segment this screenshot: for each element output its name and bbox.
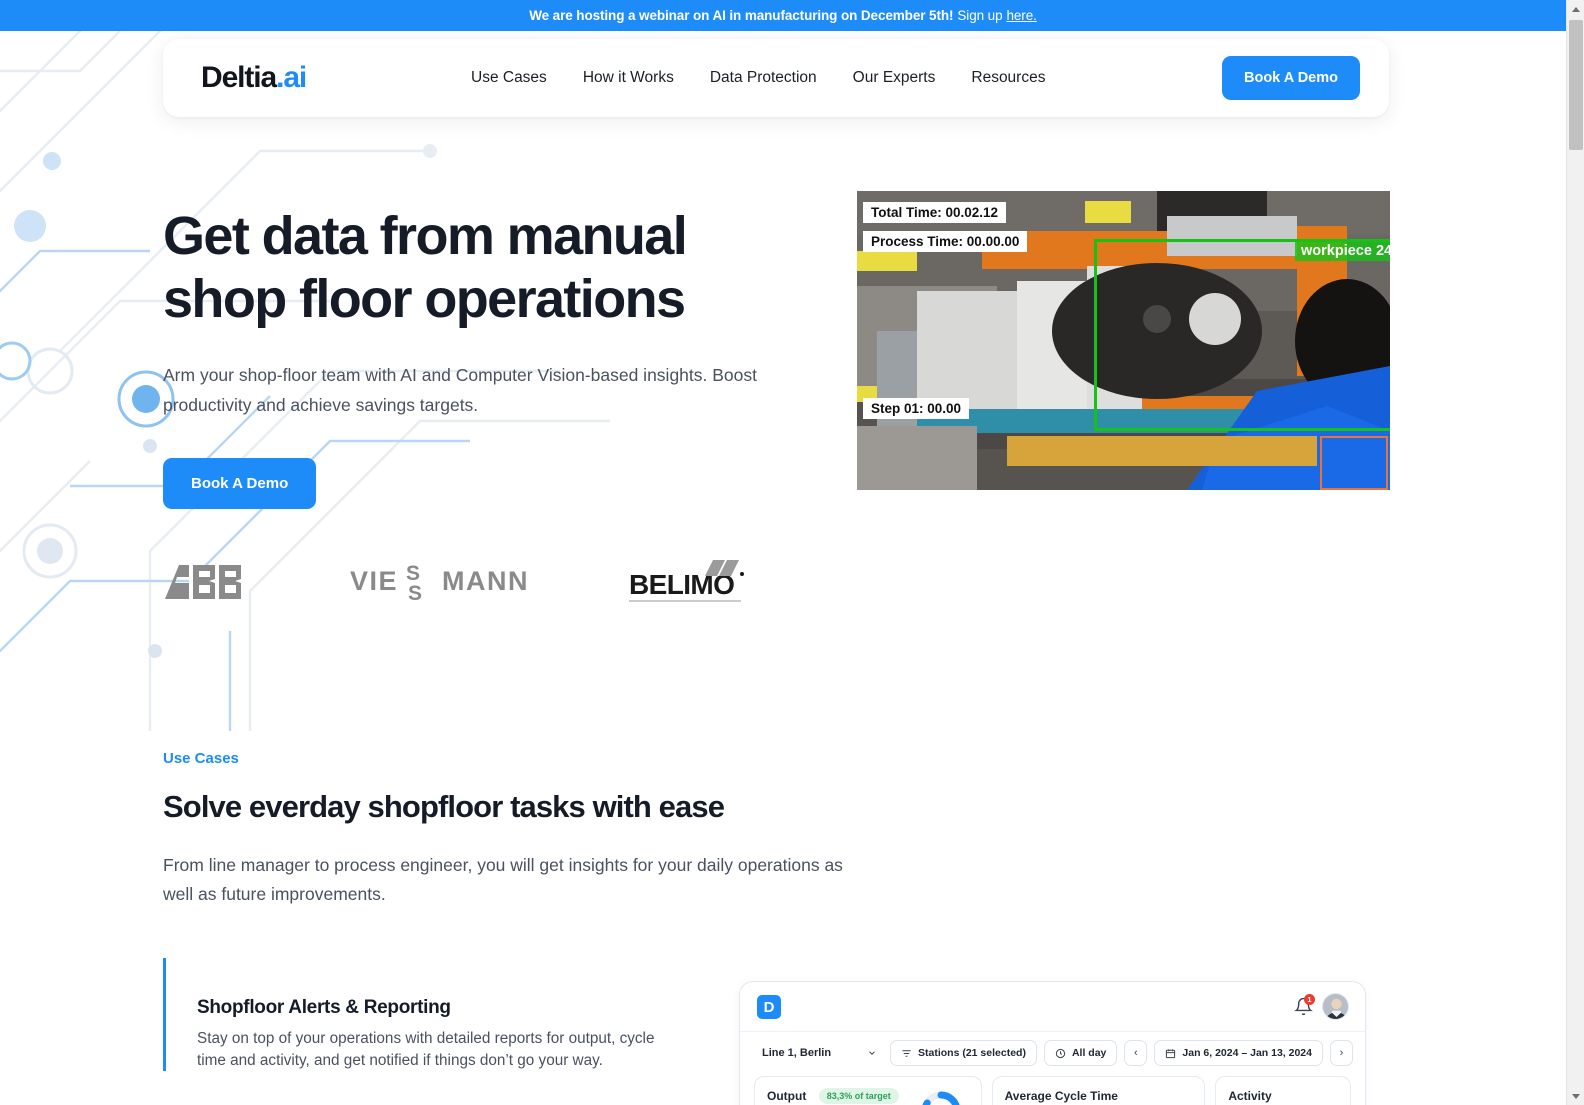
hero-title-line-2: shop floor operations [163, 268, 686, 329]
user-avatar[interactable] [1322, 993, 1349, 1020]
previous-date-button[interactable]: ‹ [1124, 1040, 1148, 1066]
video-detection-label: workpiece 24 [1295, 241, 1390, 261]
nav-item-use-cases[interactable]: Use Cases [471, 69, 547, 87]
hero-title: Get data from manual shop floor operatio… [163, 205, 803, 330]
announcement-signup-link[interactable]: here. [1006, 8, 1036, 23]
announcement-bold-text: We are hosting a webinar on AI in manufa… [529, 8, 954, 23]
line-selector-value: Line 1, Berlin [762, 1047, 832, 1059]
nav-links: Use Cases How it Works Data Protection O… [471, 69, 1045, 87]
scrollbar-thumb[interactable] [1569, 20, 1583, 150]
nav-book-a-demo-button[interactable]: Book A Demo [1222, 56, 1360, 100]
time-range-filter-button[interactable]: All day [1043, 1040, 1118, 1066]
dashboard-header: D 1 [740, 982, 1365, 1032]
calendar-icon [1166, 1048, 1176, 1058]
nav-item-how-it-works[interactable]: How it Works [583, 69, 674, 87]
video-step-label: Step 01: 00.00 [863, 398, 970, 419]
svg-text:S: S [408, 582, 422, 604]
page-root: We are hosting a webinar on AI in manufa… [0, 0, 1584, 1105]
metric-card-output[interactable]: Output 83,3% of target [754, 1076, 982, 1105]
time-range-filter-label: All day [1071, 1047, 1107, 1059]
feature-body: Stay on top of your operations with deta… [197, 1030, 655, 1069]
hero-book-a-demo-button[interactable]: Book A Demo [163, 458, 317, 510]
svg-text:VIE: VIE [350, 566, 398, 596]
stations-filter-button[interactable]: Stations (21 selected) [890, 1040, 1037, 1066]
video-detection-box [1094, 239, 1390, 431]
hero-subtitle: Arm your shop-floor team with AI and Com… [163, 365, 757, 415]
nav-item-our-experts[interactable]: Our Experts [853, 69, 936, 87]
date-range-filter-button[interactable]: Jan 6, 2024 – Jan 13, 2024 [1154, 1040, 1323, 1066]
filter-icon [902, 1049, 911, 1057]
brand-logo[interactable]: Deltia.ai [201, 61, 307, 95]
scroll-up-icon [1572, 6, 1580, 12]
metric-card-average-cycle-time[interactable]: Average Cycle Time [991, 1076, 1206, 1105]
nav-item-data-protection[interactable]: Data Protection [710, 69, 817, 87]
metric-card-activity[interactable]: Activity [1215, 1076, 1352, 1105]
dashboard-preview: D 1 Line 1, Berlin Stations (21 selected… [739, 981, 1366, 1105]
nav-item-resources[interactable]: Resources [971, 69, 1045, 87]
use-cases-subtitle: From line manager to process engineer, y… [163, 855, 843, 905]
brand-logo-name: Deltia [201, 61, 277, 94]
dashboard-logo-icon: D [757, 995, 781, 1019]
notification-count-badge: 1 [1304, 994, 1315, 1005]
use-cases-title: Solve everday shopfloor tasks with ease [163, 789, 725, 824]
svg-text:MANN: MANN [442, 566, 529, 596]
announcement-regular-text: Sign up [957, 8, 1003, 23]
dashboard-filters: Stations (21 selected) All day ‹ Jan 6, … [890, 1040, 1353, 1066]
feature-title: Shopfloor Alerts & Reporting [197, 997, 451, 1018]
notification-bell-icon[interactable]: 1 [1294, 994, 1315, 1016]
next-date-button[interactable]: › [1330, 1040, 1353, 1066]
scrollbar-down-arrow[interactable] [1567, 1087, 1584, 1105]
output-donut-chart [921, 1091, 961, 1105]
announcement-banner: We are hosting a webinar on AI in manufa… [0, 0, 1566, 31]
scrollbar-up-arrow[interactable] [1567, 0, 1584, 18]
brand-logo-suffix: .ai [276, 61, 307, 94]
svg-text:BELIMO: BELIMO [629, 569, 734, 600]
metric-card-activity-title: Activity [1228, 1088, 1272, 1103]
metric-card-cycle-time-title: Average Cycle Time [1004, 1088, 1118, 1103]
client-logo-abb [165, 565, 241, 599]
chevron-down-icon [869, 1051, 875, 1055]
metric-card-output-title: Output [767, 1088, 807, 1103]
browser-viewport: We are hosting a webinar on AI in manufa… [0, 0, 1566, 1105]
navigation-bar: Deltia.ai Use Cases How it Works Data Pr… [163, 39, 1389, 117]
client-logo-viessmann: VIE MANN S S [350, 562, 529, 604]
video-process-time-label: Process Time: 00.00.00 [863, 231, 1028, 252]
metric-card-output-badge: 83,3% of target [818, 1087, 899, 1104]
clock-icon [1055, 1048, 1066, 1058]
client-logo-strip: VIE MANN S S BELIMO [163, 558, 747, 606]
line-selector-dropdown[interactable]: Line 1, Berlin [762, 1047, 877, 1059]
hero-content: Get data from manual shop floor operatio… [163, 205, 803, 510]
dashboard-metric-cards: Output 83,3% of target Average Cycle Tim… [740, 1076, 1365, 1105]
dashboard-toolbar: Line 1, Berlin Stations (21 selected) Al… [740, 1032, 1365, 1074]
avatar-image [1323, 994, 1348, 1019]
hero-title-line-1: Get data from manual [163, 206, 688, 266]
client-logo-belimo: BELIMO [629, 560, 744, 602]
stations-filter-label: Stations (21 selected) [918, 1047, 1026, 1059]
video-secondary-detection-box [1320, 436, 1388, 490]
scroll-down-icon [1572, 1093, 1580, 1099]
date-range-label: Jan 6, 2024 – Jan 13, 2024 [1182, 1047, 1312, 1059]
feature-card-shopfloor-alerts[interactable]: Shopfloor Alerts & Reporting Stay on top… [163, 958, 723, 1072]
browser-scrollbar[interactable] [1566, 0, 1584, 1105]
hero-video-player[interactable]: Total Time: 00.02.12 Process Time: 00.00… [857, 191, 1390, 490]
video-total-time-label: Total Time: 00.02.12 [863, 202, 1007, 223]
use-cases-eyebrow: Use Cases [163, 750, 239, 767]
